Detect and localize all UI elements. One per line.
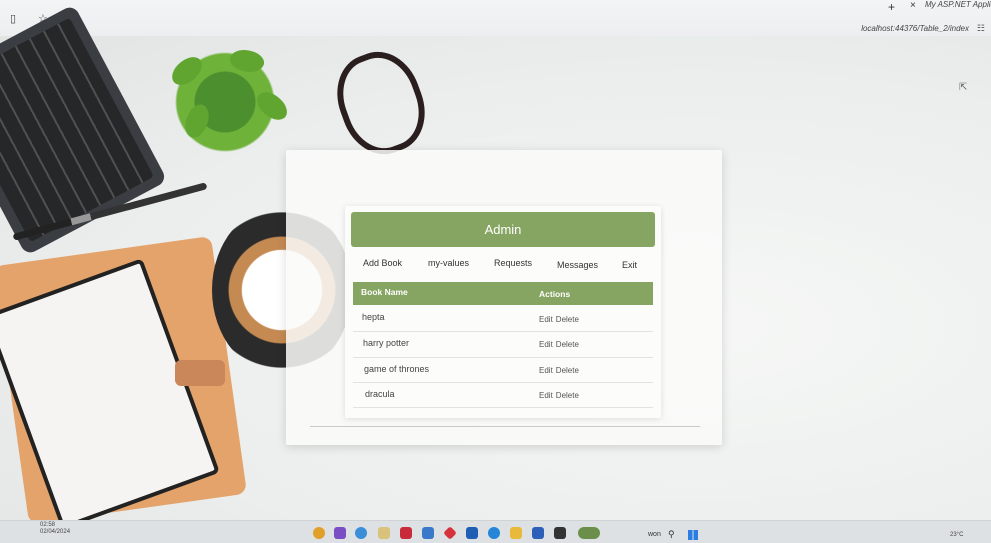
row-divider (353, 331, 653, 332)
notebook-strap (175, 360, 225, 386)
new-tab-button[interactable]: + (888, 0, 895, 14)
app-icon[interactable] (355, 527, 367, 539)
row-divider (353, 382, 653, 383)
app-icon[interactable] (578, 527, 600, 539)
search-icon[interactable]: ⚲ (668, 529, 675, 540)
book-name-cell: harry potter (363, 338, 410, 348)
clock-date: 02/04/2024 (40, 529, 71, 535)
clock[interactable]: 02:58 02/04/2024 (40, 522, 70, 536)
close-tab-button[interactable]: × (910, 0, 916, 11)
divider (310, 426, 700, 427)
clock-time: 02:58 (40, 522, 56, 528)
delete-link[interactable]: Delete (556, 391, 579, 400)
chrome-icon[interactable] (313, 527, 325, 539)
app-icon[interactable] (422, 527, 434, 539)
nav-messages[interactable]: Messages (557, 260, 598, 270)
browser-toolbar: ▯ ☆ ⧉ + × My ASP.NET Applic localhost:44… (0, 0, 991, 37)
admin-title: Admin (351, 212, 655, 247)
edge-icon[interactable] (488, 527, 500, 539)
column-header-book-name: Book Name (361, 287, 408, 297)
edit-link[interactable]: Edit (539, 315, 553, 324)
edit-link[interactable]: Edit (539, 340, 553, 349)
tab-title[interactable]: My ASP.NET Applic (925, 0, 991, 9)
delete-link[interactable]: Delete (556, 366, 579, 375)
delete-link[interactable]: Delete (556, 340, 579, 349)
nav-requests[interactable]: Requests (494, 258, 532, 268)
app-icon[interactable] (378, 527, 390, 539)
app-icon[interactable] (532, 527, 544, 539)
actions-cell: Edit Delete (539, 340, 579, 349)
terminal-icon[interactable] (554, 527, 566, 539)
store-icon[interactable] (466, 527, 478, 539)
row-divider (353, 357, 653, 358)
mouse-cursor-icon: ⇱ (959, 82, 968, 93)
address-bar[interactable]: localhost:44376/Table_2/index (861, 24, 969, 33)
search-label[interactable]: won (648, 531, 661, 538)
actions-cell: Edit Delete (539, 315, 579, 324)
nav-exit[interactable]: Exit (622, 260, 637, 270)
column-header-actions: Actions (539, 289, 571, 299)
actions-cell: Edit Delete (539, 366, 579, 375)
reader-icon[interactable]: ☷ (977, 23, 985, 34)
mcafee-icon[interactable] (400, 527, 412, 539)
book-name-cell: hepta (362, 312, 385, 322)
nav-my-values[interactable]: my-values (428, 258, 469, 268)
actions-cell: Edit Delete (539, 391, 579, 400)
weather-tray[interactable]: 23°C (950, 532, 963, 538)
windows-icon[interactable] (688, 530, 698, 540)
row-divider (353, 407, 653, 408)
visual-studio-icon[interactable] (334, 527, 346, 539)
edit-link[interactable]: Edit (539, 391, 553, 400)
file-explorer-icon[interactable] (510, 527, 522, 539)
book-name-cell: dracula (365, 389, 395, 399)
book-name-cell: game of thrones (364, 364, 430, 374)
nav-add-book[interactable]: Add Book (363, 258, 402, 268)
delete-link[interactable]: Delete (556, 315, 579, 324)
edit-link[interactable]: Edit (539, 366, 553, 375)
sidebar-icon[interactable]: ▯ (10, 12, 16, 25)
